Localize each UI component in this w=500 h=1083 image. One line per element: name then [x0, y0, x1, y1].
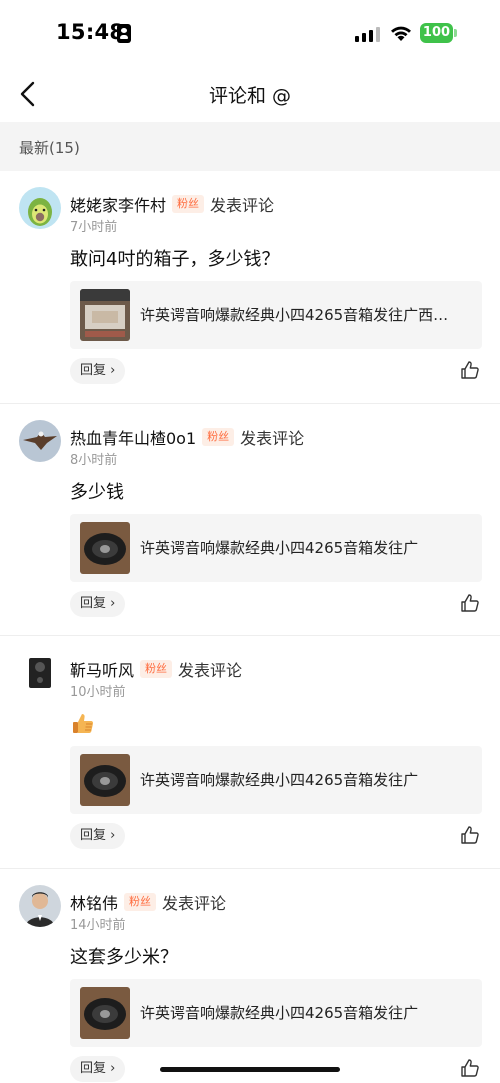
- product-title: 许英谔音响爆款经典小四4265音箱发往广: [140, 1003, 419, 1022]
- comment-header: 热血青年山楂0o1 粉丝 发表评论: [70, 425, 304, 449]
- comment-header: 姥姥家李仵村 粉丝 发表评论: [70, 192, 274, 216]
- status-time: 15:48: [56, 20, 125, 44]
- comment-header: 靳马听风 粉丝 发表评论: [70, 657, 242, 681]
- fan-badge: 粉丝: [124, 892, 157, 911]
- product-card[interactable]: 许英谔音响爆款经典小四4265音箱发往广: [70, 746, 482, 814]
- page-title: 评论和 @: [208, 85, 292, 107]
- username[interactable]: 热血青年山楂0o1: [70, 425, 196, 449]
- fan-badge: 粉丝: [140, 660, 173, 678]
- username[interactable]: 姥姥家李仵村: [70, 192, 166, 216]
- product-title: 许英谔音响爆款经典小四4265音箱发往广西…: [140, 306, 449, 324]
- thumbs-up-icon[interactable]: [460, 360, 480, 380]
- nav-bar: 评论和 @: [0, 66, 500, 122]
- product-thumbnail: [80, 754, 130, 806]
- timestamp: 8小时前: [70, 452, 118, 468]
- product-title: 许英谔音响爆款经典小四4265音箱发往广: [140, 538, 419, 557]
- action-text: 发表评论: [240, 428, 305, 448]
- product-card[interactable]: 许英谔音响爆款经典小四4265音箱发往广: [70, 513, 482, 582]
- reply-button[interactable]: 回复 ›: [70, 1055, 126, 1082]
- avocado-avatar-icon: [19, 187, 61, 229]
- battery-level: 100: [420, 23, 453, 43]
- comment-text: 这套多少米？: [70, 946, 178, 968]
- section-label: 最新(15): [19, 139, 80, 157]
- reply-button[interactable]: 回复 ›: [70, 358, 126, 384]
- thumbs-up-icon[interactable]: [460, 593, 480, 613]
- speaker-driver-image: [80, 521, 130, 574]
- speaker-driver-image: [80, 754, 130, 806]
- person-avatar-icon: [19, 884, 61, 927]
- comment-text: 敢问4吋的箱子，多少钱？: [70, 249, 280, 270]
- action-text: 发表评论: [210, 196, 275, 215]
- cellular-signal-icon: [355, 27, 380, 42]
- home-indicator[interactable]: [160, 1067, 340, 1072]
- comment-item: 林铭伟 粉丝 发表评论 14小时前 这套多少米？ 许英谔音响爆款经典小四4265…: [0, 869, 500, 1083]
- avatar[interactable]: [19, 652, 61, 694]
- speaker-driver-image: [80, 986, 130, 1039]
- username[interactable]: 林铭伟: [70, 890, 118, 914]
- reply-button[interactable]: 回复 ›: [70, 590, 126, 617]
- timestamp: 10小时前: [70, 685, 126, 700]
- product-card[interactable]: 许英谔音响爆款经典小四4265音箱发往广: [70, 978, 482, 1047]
- status-bar: 15:48 100: [0, 0, 500, 66]
- comment-header: 林铭伟 粉丝 发表评论: [70, 890, 226, 914]
- reply-button[interactable]: 回复 ›: [70, 823, 126, 849]
- thumbs-up-icon[interactable]: [460, 1058, 480, 1078]
- product-thumbnail: [80, 986, 130, 1039]
- username[interactable]: 靳马听风: [70, 657, 134, 681]
- product-thumbnail: [80, 521, 130, 574]
- id-card-icon: [117, 24, 131, 43]
- comment-text: 多少钱: [70, 481, 124, 503]
- fan-badge: 粉丝: [202, 427, 235, 446]
- comment-feed: 姥姥家李仵村 粉丝 发表评论 7小时前 敢问4吋的箱子，多少钱？ 许英谔音响爆款…: [0, 171, 500, 1083]
- timestamp: 7小时前: [70, 220, 118, 235]
- comment-item: 姥姥家李仵村 粉丝 发表评论 7小时前 敢问4吋的箱子，多少钱？ 许英谔音响爆款…: [0, 171, 500, 404]
- battery-indicator: 100: [420, 23, 457, 43]
- avatar[interactable]: [19, 884, 61, 927]
- action-text: 发表评论: [178, 661, 243, 680]
- avatar[interactable]: [19, 187, 61, 229]
- product-title: 许英谔音响爆款经典小四4265音箱发往广: [140, 771, 419, 789]
- timestamp: 14小时前: [70, 917, 126, 933]
- section-header: 最新(15): [0, 122, 500, 171]
- thumbs-up-emoji: [73, 714, 94, 733]
- fan-badge: 粉丝: [172, 195, 205, 213]
- wifi-icon: [391, 26, 411, 41]
- battery-cap: [454, 29, 457, 37]
- avatar[interactable]: [19, 419, 61, 462]
- product-thumbnail: [80, 289, 130, 341]
- comment-item: 靳马听风 粉丝 发表评论 10小时前 许英谔音响爆款经典小四4265音箱发往广 …: [0, 636, 500, 869]
- product-box-image: [80, 289, 130, 341]
- speaker-avatar-icon: [19, 652, 61, 694]
- eagle-avatar-icon: [19, 419, 61, 462]
- action-text: 发表评论: [162, 893, 227, 913]
- thumbs-up-icon[interactable]: [460, 825, 480, 845]
- product-card[interactable]: 许英谔音响爆款经典小四4265音箱发往广西…: [70, 281, 482, 349]
- comment-item: 热血青年山楂0o1 粉丝 发表评论 8小时前 多少钱 许英谔音响爆款经典小四42…: [0, 404, 500, 636]
